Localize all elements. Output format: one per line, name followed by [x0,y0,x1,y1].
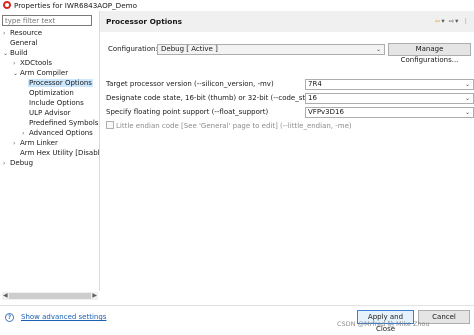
tree-horizontal-scrollbar[interactable]: ◀ ▶ [2,292,98,300]
forward-menu-icon[interactable]: ▾ [455,17,459,25]
manage-configurations-button[interactable]: Manage Configurations... [388,43,471,64]
tree-item-build[interactable]: ⌄ Build [3,48,28,58]
tree-item-resource[interactable]: › Resource [3,28,42,38]
panel-splitter[interactable] [99,11,100,291]
configuration-select[interactable]: Debug [ Active ] ⌄ [157,44,385,55]
processor-version-label: Target processor version (--silicon_vers… [106,80,274,88]
tree-item-processor-options[interactable]: Processor Options [28,78,93,88]
properties-tree: › Resource General ⌄ Build › XDCtools ⌄ Arm … [0,28,99,291]
tree-item-xdctools[interactable]: › XDCtools [13,58,52,68]
float-support-select[interactable]: VFPv3D16 ⌄ [305,107,474,118]
chevron-down-icon: ⌄ [464,81,470,88]
code-state-label: Designate code state, 16-bit (thumb) or … [106,94,320,102]
scroll-left-icon[interactable]: ◀ [3,292,8,300]
filter-input[interactable] [3,16,91,26]
scroll-right-icon[interactable]: ▶ [92,292,97,300]
footer-divider [0,305,474,306]
tree-item-ulp-advisor[interactable]: ULP Advisor [29,108,70,118]
scrollbar-thumb[interactable] [9,293,91,299]
little-endian-option: Little endian code [See 'General' page t… [106,121,352,130]
configuration-label: Configuration: [108,45,158,53]
tree-item-arm-compiler[interactable]: ⌄ Arm Compiler [13,68,68,78]
tree-item-arm-hex-utility[interactable]: Arm Hex Utility [Disable [20,148,99,158]
tree-item-general[interactable]: General [10,38,38,48]
chevron-right-icon[interactable]: › [3,29,10,39]
view-menu-icon[interactable]: ⋮ [463,17,471,25]
watermark: CSDN @Mrfred 钻 Mike Zhou [337,320,430,328]
chevron-down-icon[interactable]: ⌄ [13,69,20,79]
page-navigation: ⇦▾ ⇨▾ ⋮ [435,17,470,25]
back-menu-icon[interactable]: ▾ [441,17,445,25]
ccs-app-icon [3,1,11,9]
page-header: Processor Options ⇦▾ ⇨▾ ⋮ [100,11,474,32]
float-support-label: Specify floating point support (--float_… [106,108,269,116]
chevron-down-icon[interactable]: ⌄ [3,49,10,59]
little-endian-checkbox [106,121,114,129]
filter-box [2,15,92,26]
page-title: Processor Options [106,17,183,26]
help-icon[interactable]: ? [5,313,14,322]
processor-version-select[interactable]: 7R4 ⌄ [305,79,474,90]
title-bar: Properties for IWR6843AOP_Demo [0,0,474,11]
little-endian-label: Little endian code [See 'General' page t… [116,122,352,130]
chevron-down-icon: ⌄ [375,46,381,53]
chevron-down-icon: ⌄ [464,109,470,116]
show-advanced-settings-link[interactable]: Show advanced settings [21,313,106,321]
tree-item-advanced-options[interactable]: › Advanced Options [22,128,93,138]
tree-item-debug[interactable]: › Debug [3,158,33,168]
tree-item-predefined-symbols[interactable]: Predefined Symbols [29,118,98,128]
code-state-select[interactable]: 16 ⌄ [305,93,474,104]
tree-item-arm-linker[interactable]: › Arm Linker [13,138,58,148]
window-title: Properties for IWR6843AOP_Demo [14,1,138,10]
tree-item-include-options[interactable]: Include Options [29,98,84,108]
chevron-down-icon: ⌄ [464,95,470,102]
tree-item-optimization[interactable]: Optimization [29,88,74,98]
chevron-right-icon[interactable]: › [13,139,20,149]
chevron-right-icon[interactable]: › [3,159,10,169]
